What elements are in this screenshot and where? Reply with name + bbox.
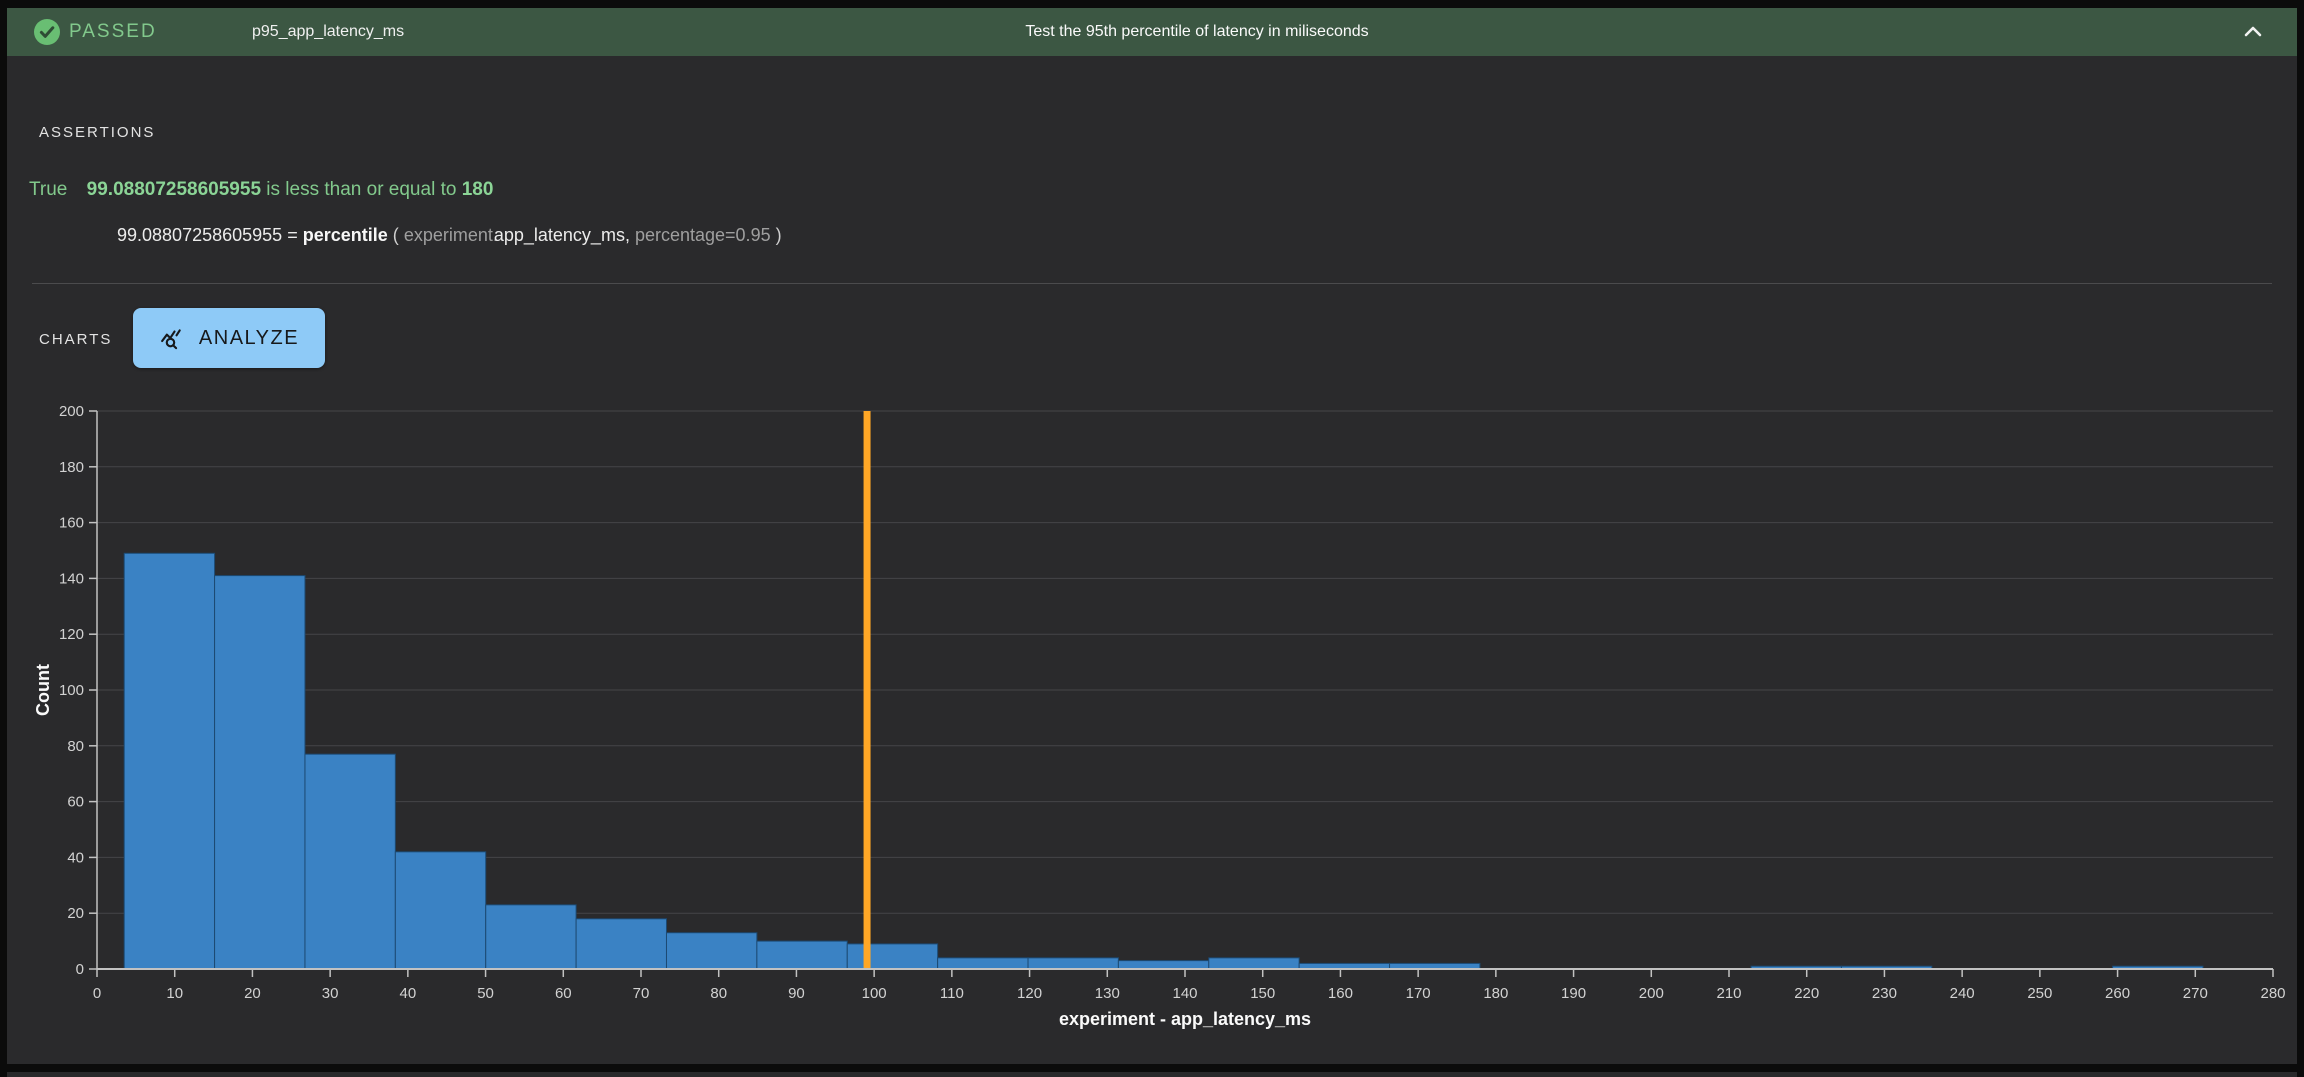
y-tick-label: 140 — [59, 570, 84, 587]
x-tick-label: 110 — [940, 985, 964, 1002]
test-header[interactable]: PASSED p95_app_latency_ms Test the 95th … — [7, 8, 2297, 56]
histogram-bar[interactable] — [486, 905, 576, 969]
assertion-result: True — [29, 179, 67, 200]
analyze-button[interactable]: ANALYZE — [133, 308, 325, 368]
assertions-section-label: ASSERTIONS — [39, 124, 155, 141]
formula-arg-namespace: experiment. — [404, 225, 498, 245]
x-tick-label: 120 — [1017, 985, 1042, 1002]
next-panel-edge — [7, 1072, 2297, 1077]
status-badge: PASSED — [69, 8, 157, 56]
y-tick-label: 160 — [59, 515, 84, 532]
assertion-comparison: is less than or equal to — [266, 179, 456, 200]
query-stats-icon — [159, 325, 186, 352]
y-tick-label: 20 — [67, 905, 84, 922]
formula-open-paren: ( — [393, 225, 399, 245]
x-tick-label: 40 — [400, 985, 417, 1002]
formula-kwarg: percentage=0.95 — [635, 225, 771, 245]
histogram-bar[interactable] — [666, 933, 756, 969]
x-tick-label: 210 — [1716, 985, 1741, 1002]
x-tick-label: 100 — [862, 985, 887, 1002]
y-tick-label: 180 — [59, 459, 84, 476]
x-axis-title: experiment - app_latency_ms — [1059, 1009, 1311, 1029]
x-tick-label: 140 — [1172, 985, 1197, 1002]
y-axis-title: Count — [33, 664, 53, 716]
x-tick-label: 50 — [477, 985, 494, 1002]
x-tick-label: 60 — [555, 985, 572, 1002]
test-result-panel: PASSED p95_app_latency_ms Test the 95th … — [7, 8, 2297, 1064]
x-tick-label: 20 — [244, 985, 261, 1002]
x-tick-label: 200 — [1639, 985, 1664, 1002]
histogram-bar[interactable] — [938, 958, 1028, 969]
y-tick-label: 100 — [59, 682, 84, 699]
x-tick-label: 160 — [1328, 985, 1353, 1002]
x-tick-label: 190 — [1561, 985, 1586, 1002]
histogram-bar[interactable] — [1028, 958, 1118, 969]
histogram-bar[interactable] — [576, 919, 666, 969]
histogram-bar[interactable] — [1118, 961, 1208, 969]
chevron-up-icon[interactable] — [2241, 20, 2265, 44]
x-tick-label: 130 — [1095, 985, 1120, 1002]
x-tick-label: 0 — [93, 985, 101, 1002]
x-tick-label: 30 — [322, 985, 339, 1002]
x-tick-label: 260 — [2105, 985, 2130, 1002]
assertion-threshold: 180 — [462, 179, 494, 200]
x-tick-label: 250 — [2027, 985, 2052, 1002]
histogram-bar[interactable] — [124, 553, 214, 969]
charts-section-label: CHARTS — [39, 331, 112, 348]
y-tick-label: 40 — [67, 849, 84, 866]
x-tick-label: 270 — [2183, 985, 2208, 1002]
x-tick-label: 280 — [2260, 985, 2285, 1002]
y-tick-label: 60 — [67, 794, 84, 811]
histogram-svg: 0 20 40 60 80 100 120 140 160 180 200 0 10 20 30 40 50 60… — [7, 387, 2297, 1064]
y-tick-label: 120 — [59, 626, 84, 643]
test-name: p95_app_latency_ms — [252, 8, 404, 56]
y-tick-label: 80 — [67, 738, 84, 755]
x-tick-label: 170 — [1406, 985, 1431, 1002]
x-tick-label: 240 — [1950, 985, 1975, 1002]
histogram-bar[interactable] — [757, 941, 847, 969]
assertion-formula: 99.08807258605955 = percentile ( experim… — [117, 225, 782, 246]
formula-close-paren: ) — [776, 225, 782, 245]
x-tick-label: 150 — [1250, 985, 1275, 1002]
formula-arg-field: app_latency_ms, — [494, 225, 630, 245]
formula-equals: = — [287, 225, 298, 245]
formula-function: percentile — [303, 225, 388, 245]
analyze-button-label: ANALYZE — [199, 327, 299, 350]
histogram-bar[interactable] — [847, 944, 937, 969]
x-tick-label: 220 — [1794, 985, 1819, 1002]
test-description: Test the 95th percentile of latency in m… — [1025, 8, 1368, 56]
x-tick-label: 70 — [633, 985, 650, 1002]
latency-histogram-chart[interactable]: 0 20 40 60 80 100 120 140 160 180 200 0 10 20 30 40 50 60… — [7, 387, 2297, 1064]
x-tick-label: 10 — [166, 985, 183, 1002]
histogram-bar[interactable] — [395, 852, 485, 969]
assertion-measured-value: 99.08807258605955 — [87, 179, 261, 200]
histogram-bar[interactable] — [305, 754, 395, 969]
histogram-bar[interactable] — [215, 576, 305, 969]
x-tick-label: 80 — [710, 985, 727, 1002]
check-circle-icon — [33, 18, 61, 46]
x-tick-label: 90 — [788, 985, 805, 1002]
x-tick-label: 180 — [1483, 985, 1508, 1002]
section-divider — [32, 283, 2272, 284]
x-tick-label: 230 — [1872, 985, 1897, 1002]
assertion-result-line: True 99.08807258605955 is less than or e… — [29, 179, 493, 201]
y-tick-label: 0 — [76, 961, 84, 978]
y-tick-label: 200 — [59, 403, 84, 420]
formula-lhs: 99.08807258605955 — [117, 225, 282, 245]
histogram-bar[interactable] — [1209, 958, 1299, 969]
